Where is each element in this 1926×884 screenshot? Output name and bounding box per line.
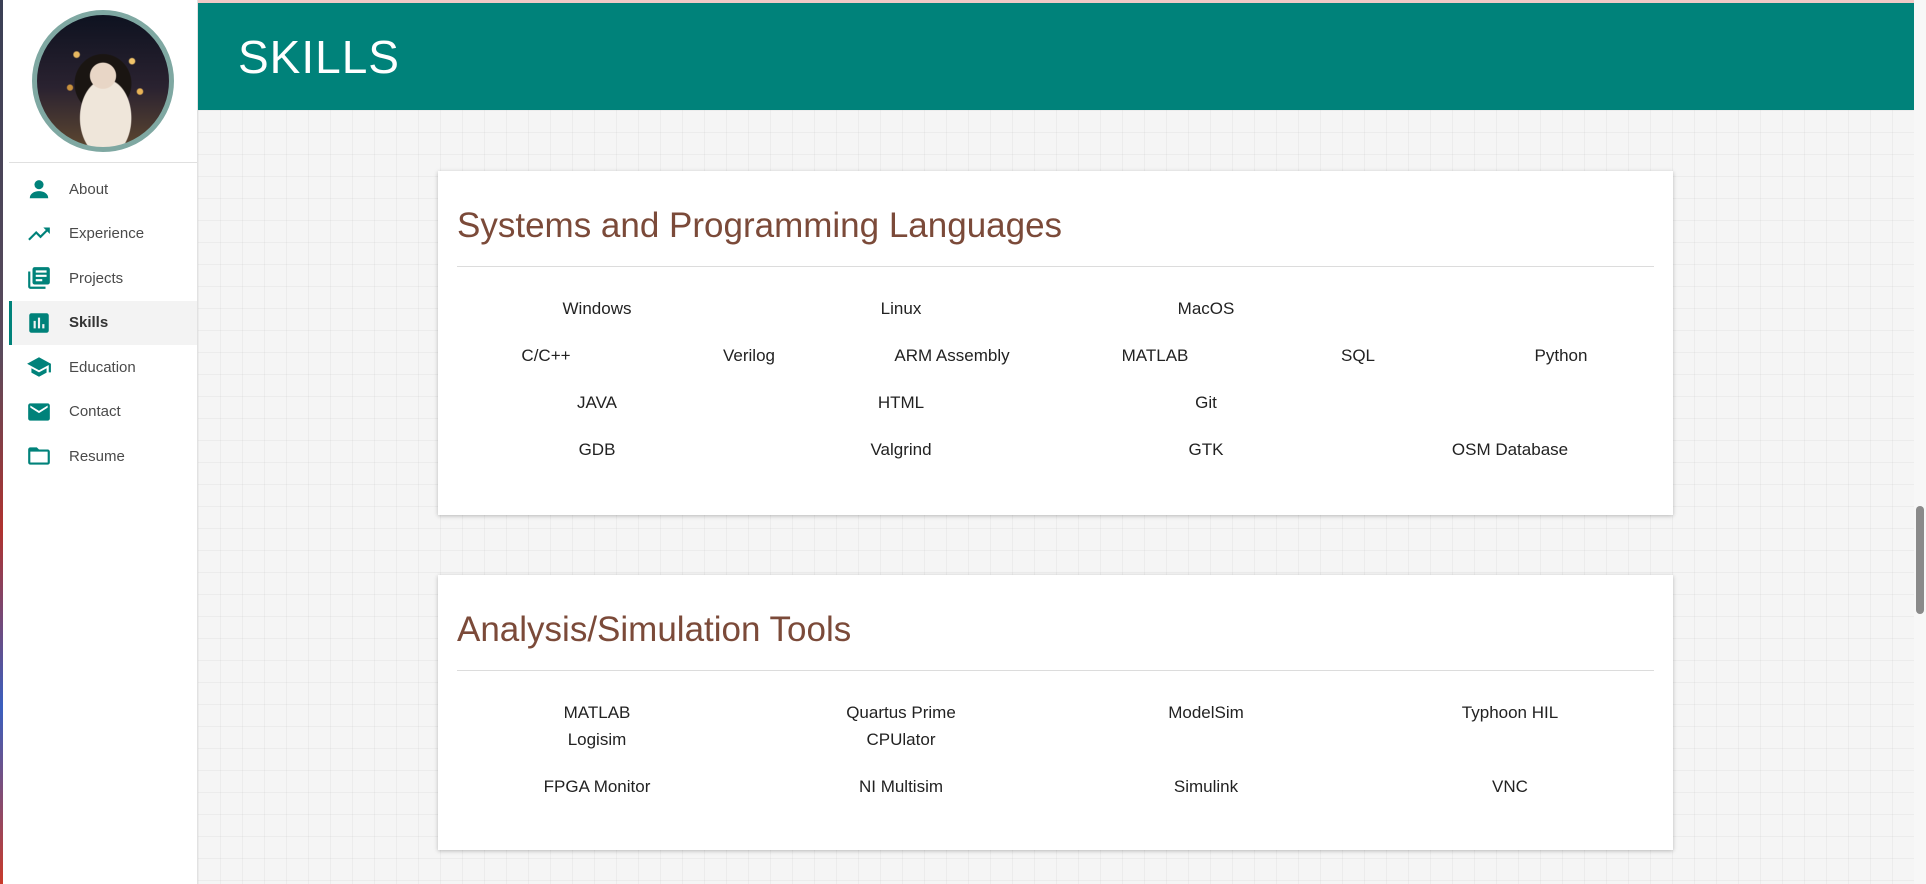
page-header: SKILLS — [198, 3, 1914, 110]
skill-item: OSM Database — [1451, 440, 1569, 459]
section-title: Analysis/Simulation Tools — [457, 575, 1654, 671]
skill-item: FPGA Monitor — [543, 777, 651, 796]
sidebar-nav: About Experience Projects Skills Educati… — [9, 163, 197, 479]
skill-item: GTK — [1188, 440, 1224, 459]
page-scrollbar[interactable] — [1914, 0, 1926, 884]
skill-item: Valgrind — [870, 440, 932, 459]
section-title: Systems and Programming Languages — [457, 171, 1654, 267]
skill-item: Python — [1534, 346, 1588, 365]
sidebar-item-about[interactable]: About — [9, 167, 197, 212]
sidebar-item-label: Contact — [69, 403, 121, 421]
sidebar-item-label: About — [69, 180, 109, 198]
folder-icon — [25, 444, 53, 468]
skill-item: SQL — [1340, 346, 1376, 365]
skill-item: NI Multisim — [858, 777, 944, 796]
school-icon — [25, 355, 53, 379]
trending-up-icon — [25, 222, 53, 246]
skill-item: Git — [1195, 393, 1217, 412]
bar-chart-icon — [25, 311, 53, 335]
mail-icon — [25, 400, 53, 424]
skill-item: MATLAB — [1121, 346, 1189, 365]
sidebar-item-contact[interactable]: Contact — [9, 390, 197, 435]
library-books-icon — [25, 266, 53, 290]
sidebar-item-projects[interactable]: Projects — [9, 256, 197, 301]
skill-item: Typhoon HIL — [1461, 703, 1559, 722]
skill-item: JAVA — [577, 393, 617, 412]
skill-item: C/C++ — [521, 346, 571, 365]
sidebar-item-education[interactable]: Education — [9, 345, 197, 390]
skills-content: Systems and Programming Languages Window… — [198, 110, 1914, 884]
sidebar-item-label: Experience — [69, 225, 145, 243]
skills-card-programming: Systems and Programming Languages Window… — [438, 171, 1673, 515]
sidebar-item-experience[interactable]: Experience — [9, 212, 197, 257]
sidebar-item-resume[interactable]: Resume — [9, 434, 197, 479]
sidebar-item-label: Education — [69, 358, 136, 376]
skill-item: ARM Assembly — [894, 346, 1010, 365]
sidebar: About Experience Projects Skills Educati… — [9, 0, 198, 884]
sidebar-item-skills[interactable]: Skills — [9, 300, 197, 345]
skill-item: Linux — [880, 299, 922, 318]
skill-item: Verilog — [723, 346, 775, 365]
skill-item: Quartus Prime CPUlator — [846, 703, 956, 749]
skill-item: MacOS — [1177, 299, 1235, 318]
skill-item: Windows — [562, 299, 632, 318]
avatar — [32, 10, 174, 152]
skill-item: Simulink — [1173, 777, 1239, 796]
skills-card-tools: Analysis/Simulation Tools MATLAB Logisim… — [438, 575, 1673, 850]
desktop-edge — [0, 0, 9, 884]
skill-item: VNC — [1492, 777, 1528, 796]
person-icon — [25, 177, 53, 201]
sidebar-item-label: Skills — [69, 314, 109, 332]
page-title: SKILLS — [238, 30, 400, 83]
sidebar-item-label: Resume — [69, 447, 125, 465]
skill-item: MATLAB Logisim — [563, 703, 631, 749]
skill-item: HTML — [877, 393, 925, 412]
skill-item: ModelSim — [1168, 703, 1244, 722]
avatar-container — [9, 0, 197, 163]
scrollbar-thumb[interactable] — [1916, 506, 1924, 614]
skill-item: GDB — [578, 440, 616, 459]
sidebar-item-label: Projects — [69, 269, 124, 287]
